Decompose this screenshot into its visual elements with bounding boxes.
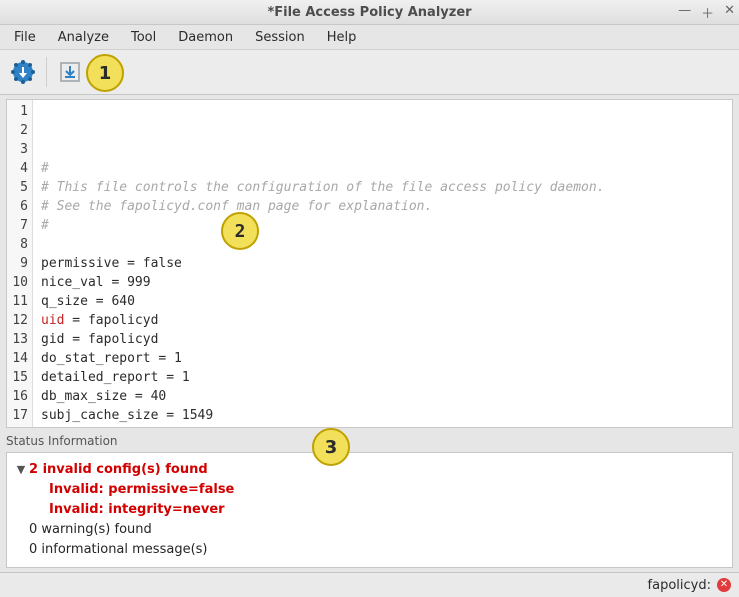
status-tree[interactable]: 3 ▼2 invalid config(s) foundInvalid: per… xyxy=(6,452,733,568)
menu-daemon[interactable]: Daemon xyxy=(168,27,243,48)
minimize-button[interactable]: — xyxy=(678,3,691,22)
close-button[interactable]: ✕ xyxy=(724,3,735,22)
status-row[interactable]: Invalid: integrity=never xyxy=(13,499,726,519)
menu-file[interactable]: File xyxy=(4,27,46,48)
status-information-group: Status Information 3 ▼2 invalid config(s… xyxy=(6,432,733,568)
status-bar: fapolicyd: ✕ xyxy=(0,572,739,597)
window-controls: — ＋ ✕ xyxy=(678,3,735,22)
status-information-label: Status Information xyxy=(6,434,733,448)
menu-bar: FileAnalyzeToolDaemonSessionHelp xyxy=(0,25,739,49)
arrow-down-box-icon xyxy=(59,61,81,83)
config-editor[interactable]: 12345678910111213141516171819 2 ## This … xyxy=(6,99,733,428)
status-row[interactable]: Invalid: permissive=false xyxy=(13,479,726,499)
callout-2: 2 xyxy=(221,212,259,250)
callout-3: 3 xyxy=(312,428,350,466)
maximize-button[interactable]: ＋ xyxy=(701,3,714,22)
menu-help[interactable]: Help xyxy=(317,27,367,48)
daemon-status-indicator: ✕ xyxy=(717,578,731,592)
toolbar-separator xyxy=(46,57,47,87)
toolbar-load-button[interactable] xyxy=(53,55,87,89)
window-title: *File Access Policy Analyzer xyxy=(0,5,739,20)
status-row[interactable]: 0 warning(s) found xyxy=(13,519,726,539)
toolbar-deploy-button[interactable] xyxy=(6,55,40,89)
callout-1: 1 xyxy=(86,54,124,92)
menu-tool[interactable]: Tool xyxy=(121,27,166,48)
editor-content[interactable]: 2 ## This file controls the configuratio… xyxy=(33,100,732,427)
gear-arrow-icon xyxy=(10,59,36,85)
editor-gutter: 12345678910111213141516171819 xyxy=(7,100,33,427)
daemon-status-label: fapolicyd: xyxy=(648,578,711,593)
toolbar: 1 xyxy=(0,49,739,95)
menu-analyze[interactable]: Analyze xyxy=(48,27,119,48)
status-row[interactable]: ▼2 invalid config(s) found xyxy=(13,459,726,479)
menu-session[interactable]: Session xyxy=(245,27,315,48)
title-bar: *File Access Policy Analyzer — ＋ ✕ xyxy=(0,0,739,25)
status-row[interactable]: 0 informational message(s) xyxy=(13,539,726,559)
